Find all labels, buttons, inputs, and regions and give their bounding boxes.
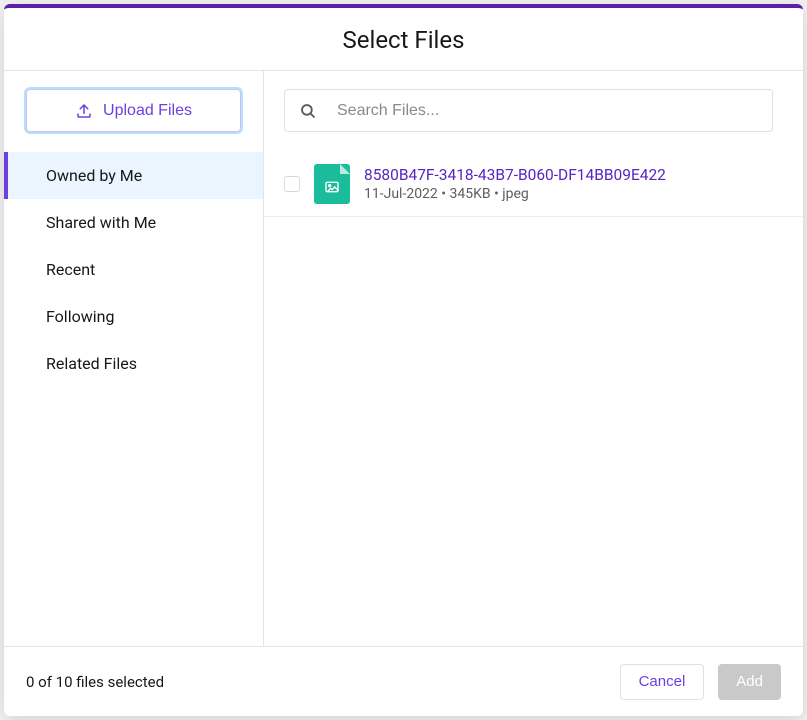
search-input[interactable] [337, 102, 758, 120]
file-name[interactable]: 8580B47F-3418-43B7-B060-DF14BB09E422 [364, 166, 666, 184]
cancel-button[interactable]: Cancel [620, 664, 705, 700]
file-list: 8580B47F-3418-43B7-B060-DF14BB09E422 11-… [264, 152, 803, 646]
upload-icon [75, 102, 93, 120]
add-button[interactable]: Add [718, 664, 781, 700]
modal-footer: 0 of 10 files selected Cancel Add [4, 646, 803, 716]
sidebar-item-recent[interactable]: Recent [4, 246, 263, 293]
file-subtext: 11-Jul-2022 • 345KB • jpeg [364, 186, 666, 202]
modal-body: Upload Files Owned by Me Shared with Me … [4, 71, 803, 646]
main-panel: 8580B47F-3418-43B7-B060-DF14BB09E422 11-… [264, 71, 803, 646]
sidebar-item-related-files[interactable]: Related Files [4, 340, 263, 387]
file-row[interactable]: 8580B47F-3418-43B7-B060-DF14BB09E422 11-… [264, 152, 803, 217]
modal-title: Select Files [4, 26, 803, 54]
upload-files-label: Upload Files [103, 102, 192, 120]
select-files-modal: Select Files Upload Files Owned by Me Sh… [4, 4, 803, 716]
sidebar-item-following[interactable]: Following [4, 293, 263, 340]
sidebar-item-owned-by-me[interactable]: Owned by Me [4, 152, 263, 199]
upload-files-button[interactable]: Upload Files [26, 89, 241, 132]
sidebar-item-shared-with-me[interactable]: Shared with Me [4, 199, 263, 246]
sidebar-nav: Owned by Me Shared with Me Recent Follow… [4, 152, 263, 387]
file-meta: 8580B47F-3418-43B7-B060-DF14BB09E422 11-… [364, 166, 666, 202]
file-type-icon [314, 164, 350, 204]
footer-actions: Cancel Add [620, 664, 781, 700]
file-checkbox[interactable] [284, 176, 300, 192]
selection-count: 0 of 10 files selected [26, 673, 164, 691]
sidebar: Upload Files Owned by Me Shared with Me … [4, 71, 264, 646]
search-icon [299, 102, 317, 120]
modal-header: Select Files [4, 8, 803, 71]
search-wrap [284, 89, 773, 132]
